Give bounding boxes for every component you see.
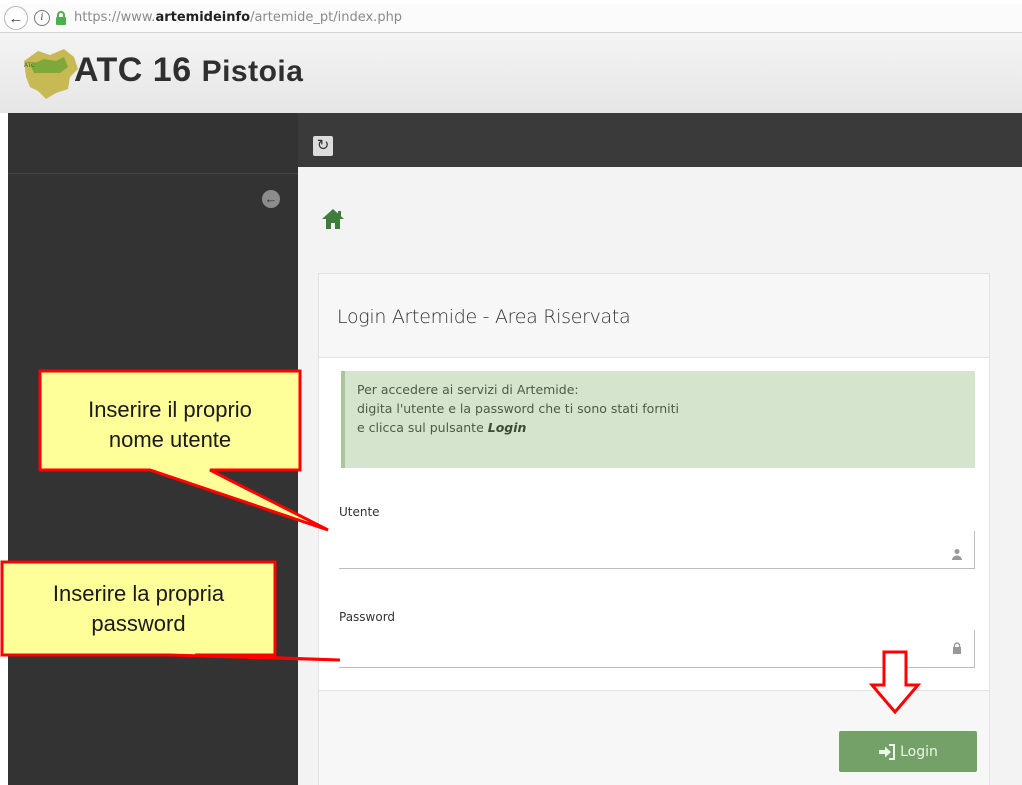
alert-line-1: Per accedere ai servizi di Artemide: [357,382,579,397]
top-navbar: ↻ [298,113,1022,167]
browser-address-bar: ← i https://www.artemideinfo/artemide_pt… [0,4,1022,33]
svg-text:ATC: ATC [24,62,35,69]
lock-icon [953,642,961,654]
info-alert: Per accedere ai servizi di Artemide: dig… [341,371,975,468]
login-button-label: Login [900,743,938,760]
username-label: Utente [339,505,380,519]
refresh-icon[interactable]: ↻ [313,136,333,156]
lock-icon [56,11,66,25]
panel-header: Login Artemide - Area Riservata [319,274,989,358]
panel-title: Login Artemide - Area Riservata [337,306,631,328]
back-arrow-icon[interactable]: ← [4,6,28,30]
url-field[interactable]: https://www.artemideinfo/artemide_pt/ind… [74,10,402,25]
user-icon [952,549,962,560]
login-panel: Login Artemide - Area Riservata Per acce… [318,273,990,785]
password-field[interactable] [339,630,975,668]
main-content: Login Artemide - Area Riservata Per acce… [298,167,1022,785]
password-callout: Inserire la propria password [52,581,225,636]
sidebar-divider [8,173,298,174]
alert-line-3: e clicca sul pulsante Login [357,420,527,435]
username-callout: Inserire il proprio nome utente [88,397,252,452]
alert-line-2: digita l'utente e la password che ti son… [357,401,680,416]
info-icon[interactable]: i [34,10,50,26]
panel-footer: Login [319,690,989,785]
login-button[interactable]: Login [839,731,977,772]
app-title: ATC 16 Pistoia [74,51,304,89]
home-icon[interactable] [320,207,346,231]
password-label: Password [339,610,396,624]
arrow-left-circle-icon[interactable]: ← [262,190,280,208]
username-field[interactable] [339,531,975,569]
sign-in-icon [879,743,896,760]
app-header: ATC ATC 16 Pistoia [0,33,1022,113]
